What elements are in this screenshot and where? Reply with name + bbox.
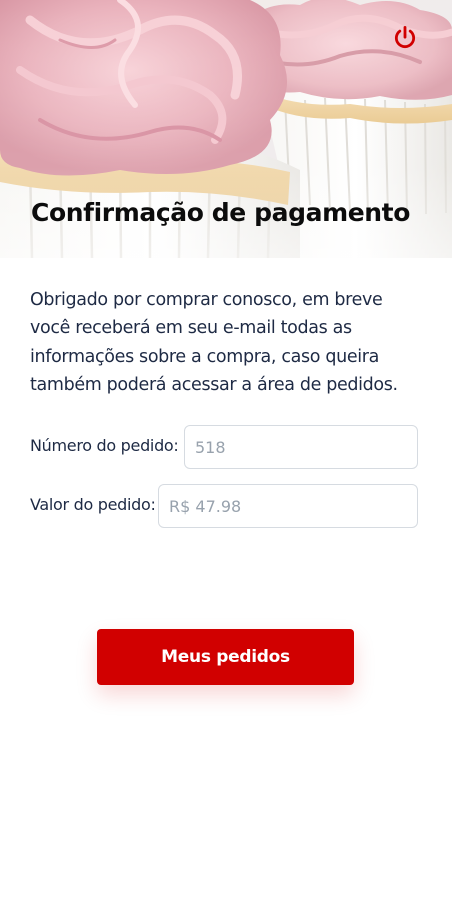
logout-button[interactable] (390, 23, 420, 53)
order-value-label: Valor do pedido: (30, 495, 156, 514)
hero-banner: Confirmação de pagamento (0, 0, 452, 258)
order-number-field[interactable] (184, 425, 418, 469)
order-number-label: Número do pedido: (30, 436, 179, 455)
power-icon (394, 25, 416, 49)
my-orders-button[interactable]: Meus pedidos (97, 629, 354, 685)
order-value-row: Valor do pedido: (30, 484, 418, 528)
page-title: Confirmação de pagamento (31, 198, 410, 227)
order-value-field[interactable] (158, 484, 418, 528)
order-number-row: Número do pedido: (30, 425, 418, 469)
payment-confirmation-screen: Confirmação de pagamento Obrigado por co… (0, 0, 452, 906)
confirmation-message: Obrigado por comprar conosco, em breve v… (30, 290, 398, 395)
